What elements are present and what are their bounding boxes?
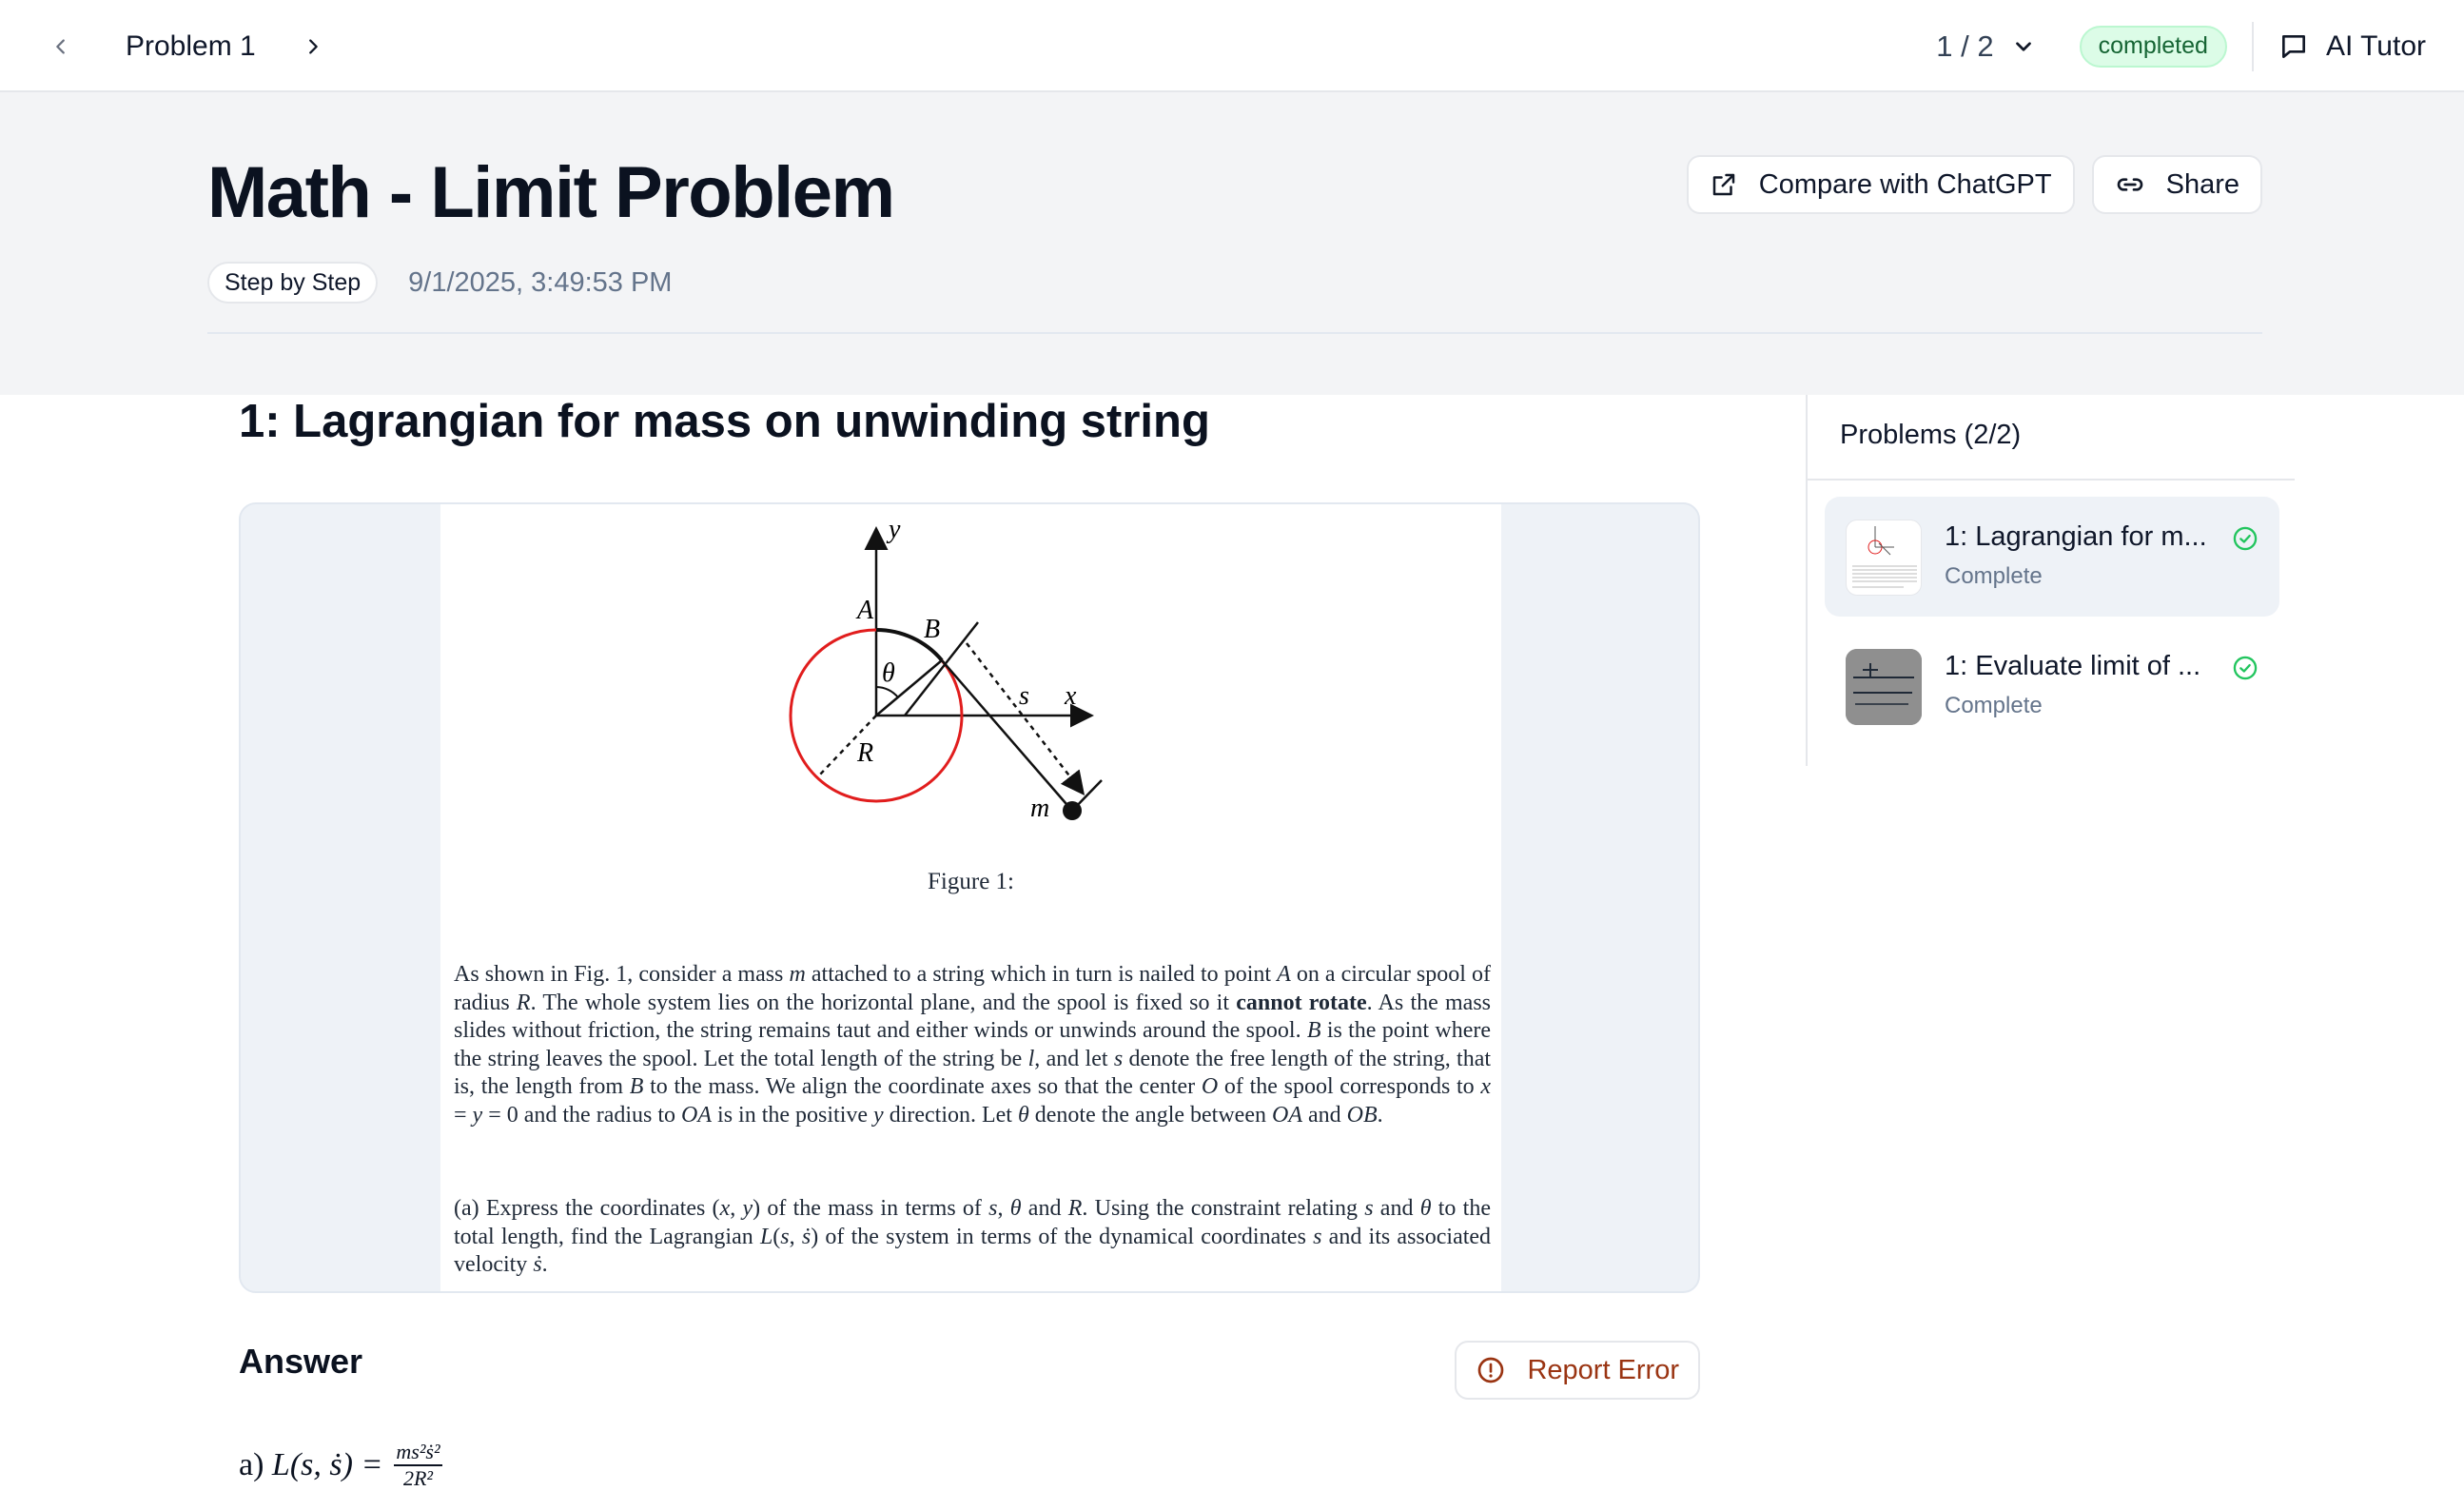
fig-label-s: s xyxy=(1019,681,1029,711)
answer-prefix: a) xyxy=(239,1447,272,1482)
compare-label: Compare with ChatGPT xyxy=(1758,168,2052,200)
page-indicator: 1 / 2 xyxy=(1936,29,1994,63)
header-divider xyxy=(207,332,2262,334)
fig-label-y: y xyxy=(886,515,901,544)
figure-caption: Figure 1: xyxy=(928,869,1014,894)
mode-pill: Step by Step xyxy=(207,262,379,304)
problem-list-item[interactable]: 1: Evaluate limit of ... Complete xyxy=(1825,626,2279,746)
page-header: Math - Limit Problem Step by Step 9/1/20… xyxy=(0,92,2464,395)
ai-tutor-button[interactable]: AI Tutor xyxy=(2278,30,2426,63)
problem-nav-title: Problem 1 xyxy=(126,29,256,62)
sidebar-heading: Problems (2/2) xyxy=(1840,420,2022,450)
chevron-right-icon[interactable] xyxy=(290,24,336,69)
problem-panel: 1: Lagrangian for mass on unwinding stri… xyxy=(239,395,1700,1490)
problem-thumbnail xyxy=(1846,649,1922,725)
ai-tutor-label: AI Tutor xyxy=(2325,29,2426,62)
problems-sidebar: Problems (2/2) 1: Lagrangian for m... Co… xyxy=(1806,395,2295,766)
problem-paragraph: As shown in Fig. 1, consider a mass m at… xyxy=(454,962,1492,1128)
fig-label-r: R xyxy=(856,738,873,768)
fig-label-m: m xyxy=(1030,794,1049,823)
check-circle-icon xyxy=(2233,526,2258,551)
divider xyxy=(2251,21,2254,71)
answer-numerator: ms²ṡ² xyxy=(394,1440,442,1466)
problem-item-title: 1: Lagrangian for m... xyxy=(1945,521,2207,552)
external-link-icon xyxy=(1712,173,1735,196)
fig-label-b: B xyxy=(924,615,940,644)
chat-icon xyxy=(2281,34,2305,58)
problem-image: y A B θ s x R m Figure 1: As shown in Fi… xyxy=(239,502,1700,1293)
alert-circle-icon xyxy=(1478,1357,1504,1383)
answer-formula: a) L(s, ṡ) = ms²ṡ² 2R² xyxy=(239,1440,442,1491)
problem-list-item[interactable]: 1: Lagrangian for m... Complete xyxy=(1825,497,2279,617)
answer-heading: Answer xyxy=(239,1342,363,1381)
sidebar-divider xyxy=(1808,479,2295,481)
spool-figure: y A B θ s x R m xyxy=(789,515,1103,823)
problem-item-status: Complete xyxy=(1945,563,2043,589)
page-title: Math - Limit Problem xyxy=(207,152,895,233)
page-selector[interactable]: 1 / 2 xyxy=(1936,29,2035,64)
share-button[interactable]: Share xyxy=(2091,155,2262,214)
report-error-label: Report Error xyxy=(1527,1354,1679,1385)
chevron-left-icon[interactable] xyxy=(38,24,84,69)
report-error-button[interactable]: Report Error xyxy=(1455,1341,1700,1400)
chevron-down-icon xyxy=(2015,41,2031,51)
answer-fraction: ms²ṡ² 2R² xyxy=(394,1440,442,1491)
timestamp: 9/1/2025, 3:49:53 PM xyxy=(408,266,673,298)
answer-lhs: L(s, ṡ) = xyxy=(271,1447,383,1482)
problem-question: (a) Express the coordinates (x, y) of th… xyxy=(454,1196,1492,1277)
problem-item-status: Complete xyxy=(1945,693,2043,718)
problem-title: 1: Lagrangian for mass on unwinding stri… xyxy=(239,396,1210,447)
answer-denominator: 2R² xyxy=(402,1466,434,1490)
status-badge: completed xyxy=(2079,25,2227,68)
compare-chatgpt-button[interactable]: Compare with ChatGPT xyxy=(1686,155,2075,214)
check-circle-icon xyxy=(2233,656,2258,680)
fig-label-theta: θ xyxy=(882,658,895,688)
problem-item-title: 1: Evaluate limit of ... xyxy=(1945,651,2201,681)
problem-sheet: y A B θ s x R m Figure 1: As shown in Fi… xyxy=(440,504,1501,1291)
fig-label-x: x xyxy=(1064,681,1077,711)
problem-thumbnail xyxy=(1846,520,1922,596)
top-bar: Problem 1 1 / 2 completed AI Tutor xyxy=(0,0,2464,92)
fig-label-a: A xyxy=(855,596,874,625)
link-icon xyxy=(2117,178,2142,191)
share-label: Share xyxy=(2165,168,2239,200)
